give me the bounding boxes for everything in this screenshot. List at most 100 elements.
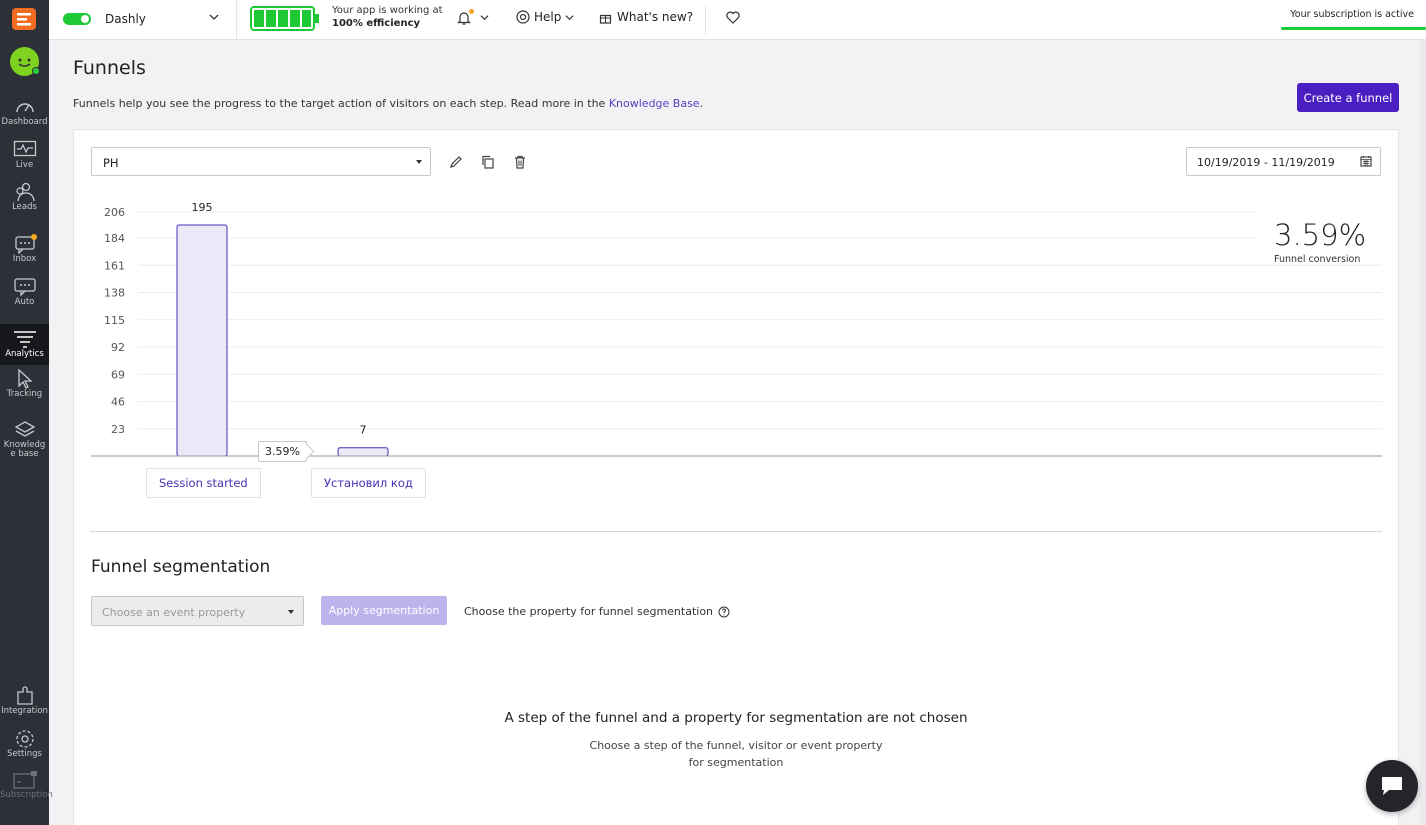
funnel-step-0[interactable]: Session started [146,468,261,498]
description-end: . [699,97,704,110]
app-name[interactable]: Dashly [105,12,146,26]
y-tick-label: 92 [111,341,125,354]
sidebar-label: Knowledge base [3,440,46,459]
user-avatar[interactable] [10,47,40,76]
funnel-conversion-value: 3.59% [1274,218,1367,252]
help-menu[interactable]: Help [516,10,574,24]
top-bar: Dashly Your app is working at 100% effic… [49,0,1426,40]
sidebar-item-tracking[interactable]: Tracking [0,369,49,399]
y-tick-label: 138 [104,287,125,300]
layers-icon [14,421,35,437]
sidebar: Dashboard Live Leads Inbox Auto Analytic… [0,0,53,825]
y-tick-label: 46 [111,396,125,409]
funnel-card: PH 10/19/2019 - 11/19/2019 23 46 69 92 115 13… [73,129,1399,825]
sidebar-label: Dashboard [1,117,48,127]
chat-bubble-icon [1382,777,1402,795]
sidebar-item-analytics[interactable]: Analytics [0,324,49,365]
sidebar-label: Settings [7,749,42,759]
segmentation-hint: Choose the property for funnel segmentat… [464,605,730,618]
heart-icon[interactable] [726,11,740,24]
empty-state-title: A step of the funnel and a property for … [504,710,968,726]
y-tick-label: 115 [104,314,125,327]
funnel-bar-0[interactable] [176,224,228,457]
sidebar-item-settings[interactable]: Settings [0,729,49,759]
cursor-icon [17,369,33,389]
bar-value-label: 7 [360,424,367,437]
funnel-bar-chart: 23 46 69 92 115 138 161 184 206 195 7 [91,201,1382,457]
funnel-step-1[interactable]: Установил код [311,468,426,498]
battery-icon [250,6,319,31]
sidebar-item-leads[interactable]: Leads [0,182,49,212]
gear-icon [15,730,34,748]
sidebar-item-inbox[interactable]: Inbox [0,234,49,264]
online-status-dot [32,67,40,75]
page-scrollbar[interactable] [1420,40,1426,825]
y-tick-label: 206 [104,206,125,219]
subscription-status: Your subscription is active [1290,9,1414,20]
sidebar-label: Integration [1,706,48,716]
event-property-placeholder: Choose an event property [102,606,246,619]
segmentation-title: Funnel segmentation [91,557,271,577]
chat-widget-button[interactable] [1366,760,1418,812]
y-tick-label: 69 [111,368,125,381]
sidebar-label: Analytics [5,349,44,359]
sidebar-item-live[interactable]: Live [0,140,49,170]
app-status-toggle[interactable] [63,13,91,25]
sidebar-label: Subscription [0,790,53,800]
chevron-down-icon[interactable] [209,12,219,22]
event-property-select[interactable]: Choose an event property [91,596,304,626]
sidebar-label: Leads [12,202,37,212]
create-funnel-button[interactable]: Create a funnel [1297,83,1399,112]
lifebuoy-icon [516,10,530,24]
funnel-bar-1[interactable] [337,447,389,457]
sidebar-label: Inbox [12,254,37,264]
chevron-down-icon [565,14,574,20]
divider [705,6,706,34]
page-description: Funnels help you see the progress to the… [73,97,703,110]
gauge-icon [15,103,34,113]
sidebar-item-knowledge-base[interactable]: Knowledge base [0,420,49,459]
puzzle-icon [16,686,33,705]
help-label: Help [534,10,562,24]
sidebar-item-integration[interactable]: Integration [0,686,49,716]
efficiency-value: 100% efficiency [332,18,421,29]
monitor-pulse-icon [13,140,36,157]
chevron-down-icon[interactable] [480,13,489,22]
y-tick-label: 23 [111,423,125,436]
card-lock-icon [12,771,37,789]
users-icon [15,182,35,202]
empty-state-line: for segmentation [688,756,784,769]
apply-segmentation-button[interactable]: Apply segmentation [321,596,447,625]
funnel-lines-icon [13,331,36,348]
auto-message-icon [13,278,36,297]
funnel-conversion-label: Funnel conversion [1274,254,1361,265]
question-circle-icon[interactable] [718,606,730,618]
segmentation-hint-text: Choose the property for funnel segmentat… [464,605,714,618]
step-conversion-badge: 3.59% [258,441,307,462]
sidebar-item-auto[interactable]: Auto [0,277,49,307]
description-text: Funnels help you see the progress to the… [73,97,606,110]
empty-state-description: Choose a step of the funnel, visitor or … [74,737,1398,771]
y-tick-label: 161 [104,259,125,272]
whats-new-label: What's new? [617,10,694,24]
notification-dot [469,9,474,14]
efficiency-caption: Your app is working at [332,5,443,16]
page-title: Funnels [73,57,146,79]
knowledge-base-link[interactable]: Knowledge Base [609,97,700,110]
whats-new-link[interactable]: What's new? [599,10,693,24]
dashly-logo-icon[interactable] [9,6,39,32]
sidebar-label: Tracking [6,389,43,399]
empty-state-line: Choose a step of the funnel, visitor or … [589,739,883,752]
sidebar-item-subscription[interactable]: Subscription [0,770,53,800]
sidebar-item-dashboard[interactable]: Dashboard [0,97,49,127]
bar-value-label: 195 [192,201,213,214]
sidebar-label: Live [15,160,34,170]
subscription-progress-bar [1281,27,1426,30]
divider [236,0,237,40]
notification-dot [31,234,37,240]
section-divider [90,531,1382,532]
gift-icon [599,14,612,24]
y-tick-label: 184 [104,232,125,245]
caret-down-icon [288,610,294,614]
sidebar-label: Auto [14,297,35,307]
